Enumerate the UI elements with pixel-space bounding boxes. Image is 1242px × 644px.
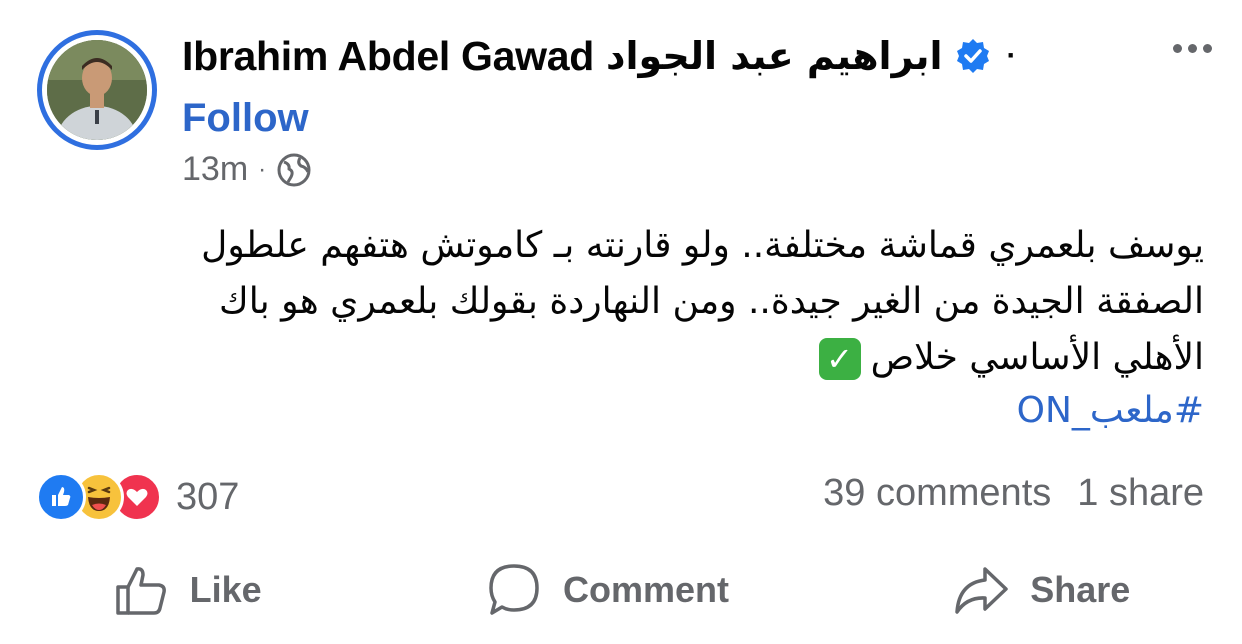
comment-button[interactable]: Comment xyxy=(485,561,729,619)
author-name[interactable]: Ibrahim Abdel Gawad xyxy=(182,33,594,80)
comment-icon xyxy=(489,564,539,615)
comment-label: Comment xyxy=(562,569,729,610)
hashtag-link[interactable]: #ملعب_ON xyxy=(1017,390,1204,431)
avatar[interactable] xyxy=(37,30,157,150)
share-label: Share xyxy=(1030,569,1131,610)
post-text-line-1: يوسف بلعمري قماشة مختلفة.. ولو قارنته بـ… xyxy=(201,225,1204,266)
follow-button[interactable]: Follow xyxy=(182,96,309,141)
post-body: يوسف بلعمري قماشة مختلفة.. ولو قارنته بـ… xyxy=(24,218,1204,386)
reactions-summary[interactable]: 307 xyxy=(36,472,239,522)
post-text-line-3: الأهلي الأساسي خلاص✓ xyxy=(24,330,1204,386)
author-name-arabic[interactable]: ابراهيم عبد الجواد xyxy=(606,34,943,78)
check-mark-emoji-icon: ✓ xyxy=(818,338,861,380)
verified-badge-icon xyxy=(956,39,989,73)
post-text-line-2: الصفقة الجيدة من الغير جيدة.. ومن النهار… xyxy=(219,281,1204,322)
reaction-count: 307 xyxy=(176,475,240,518)
more-options-icon[interactable] xyxy=(1173,44,1212,53)
avatar-image xyxy=(47,40,147,140)
meta-separator: · xyxy=(258,155,267,183)
post-meta: 13m · xyxy=(182,150,312,189)
engagement-counts: 39 comments 1 share xyxy=(823,472,1204,515)
shares-count[interactable]: 1 share xyxy=(1077,472,1204,515)
like-reaction-icon xyxy=(36,472,86,522)
share-button[interactable]: Share xyxy=(952,561,1130,619)
post-header: Ibrahim Abdel Gawad ابراهيم عبد الجواد · xyxy=(182,28,1016,84)
share-icon xyxy=(955,567,1009,614)
post-timestamp[interactable]: 13m xyxy=(182,150,248,189)
comments-count[interactable]: 39 comments xyxy=(823,472,1051,515)
like-button[interactable]: Like xyxy=(112,561,262,619)
like-label: Like xyxy=(189,569,262,610)
separator-dot: · xyxy=(1006,39,1017,72)
avatar-photo xyxy=(47,40,147,140)
like-icon xyxy=(115,567,166,615)
globe-icon xyxy=(277,153,311,186)
post-text-line-3-text: الأهلي الأساسي خلاص xyxy=(870,337,1204,378)
post-actions: Like Comment Share xyxy=(0,555,1242,625)
